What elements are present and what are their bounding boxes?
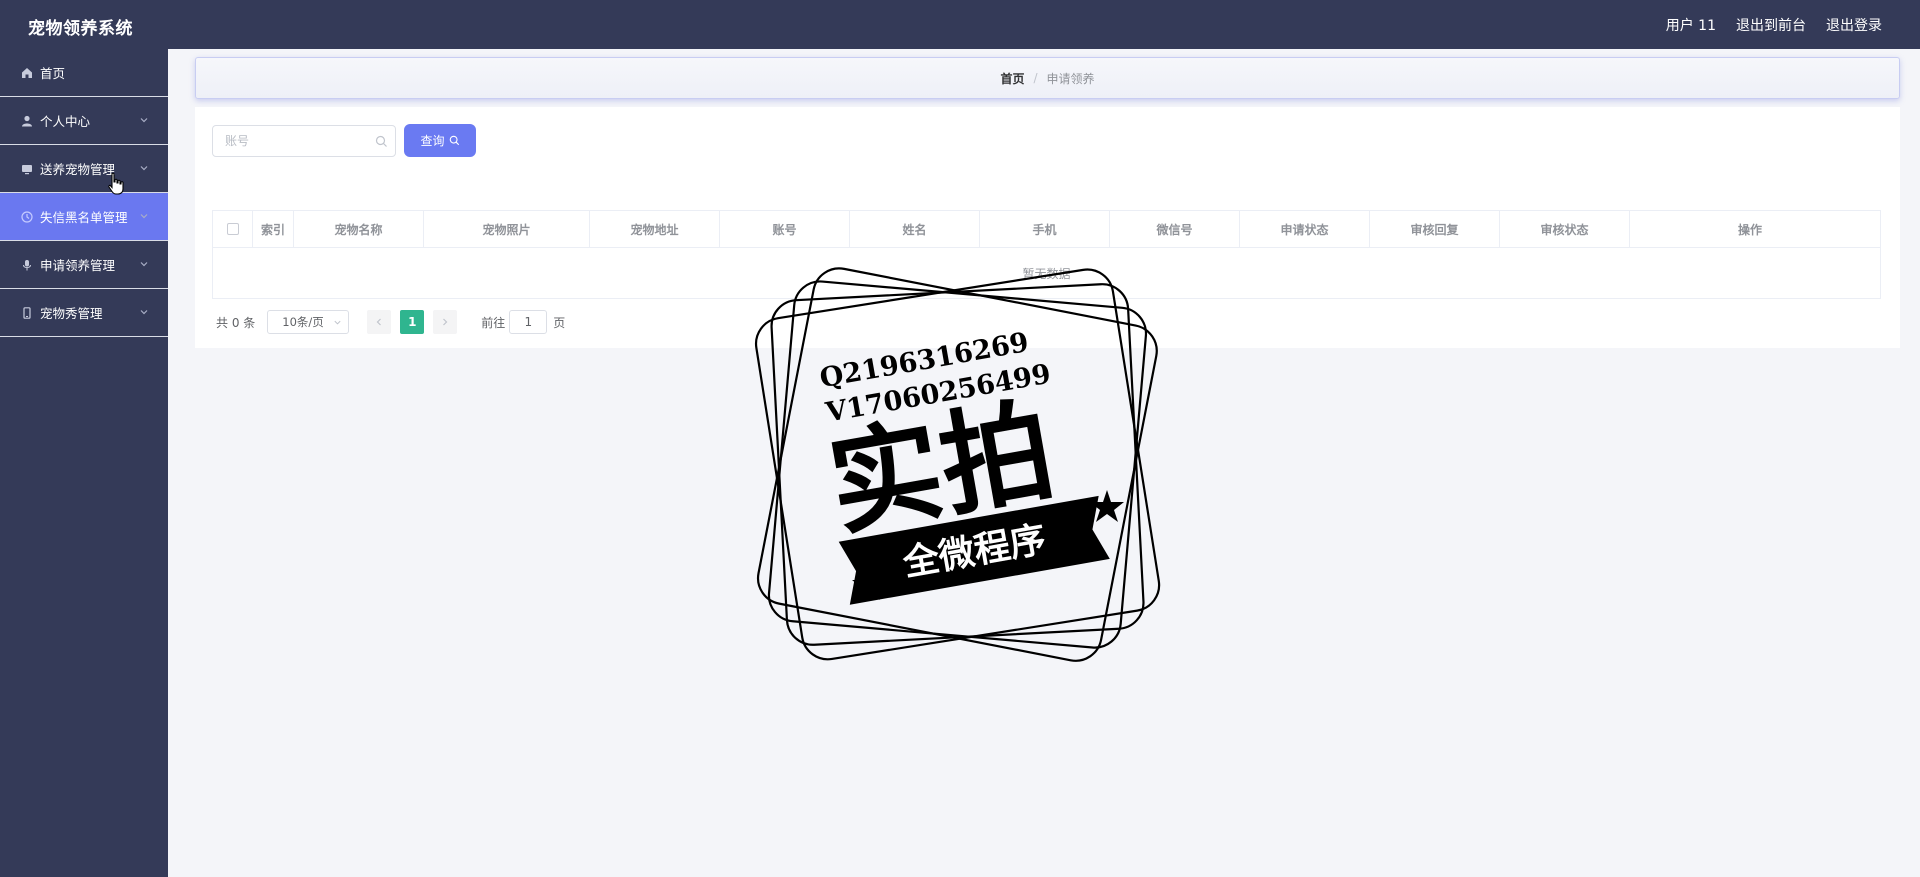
- search-icon: [375, 135, 387, 147]
- logout-link[interactable]: 退出登录: [1826, 15, 1882, 35]
- clock-icon: [20, 210, 34, 224]
- total-count: 共 0 条: [216, 315, 256, 330]
- column-header: 申请状态: [1240, 211, 1370, 247]
- sidebar-item-adoption-applications[interactable]: 申请领养管理: [0, 241, 168, 289]
- top-header: 宠物领养系统 用户 11 退出到前台 退出登录: [0, 0, 1920, 49]
- table-header: 索引 宠物名称 宠物照片 宠物地址 账号 姓名 手机 微信号 申请状态 审核回复…: [213, 211, 1880, 248]
- sidebar-item-pet-show[interactable]: 宠物秀管理: [0, 289, 168, 337]
- breadcrumb-current: 申请领养: [1046, 71, 1095, 86]
- chevron-down-icon: [140, 118, 148, 123]
- sidebar-item-blacklist[interactable]: 失信黑名单管理: [0, 193, 168, 241]
- column-header: 微信号: [1110, 211, 1240, 247]
- app-title: 宠物领养系统: [28, 19, 133, 39]
- chevron-down-icon: [140, 214, 148, 219]
- sidebar-item-label: 宠物秀管理: [40, 306, 103, 321]
- sidebar-item-label: 失信黑名单管理: [40, 210, 128, 225]
- chevron-down-icon: [140, 262, 148, 267]
- page-number-button[interactable]: 1: [400, 310, 425, 334]
- header-actions: 用户 11 退出到前台 退出登录: [1666, 15, 1882, 35]
- next-page-button[interactable]: [433, 310, 458, 334]
- sidebar-item-label: 申请领养管理: [40, 258, 116, 273]
- breadcrumb: 首页 / 申请领养: [195, 57, 1900, 99]
- column-header: 审核回复: [1370, 211, 1500, 247]
- phone-icon: [20, 306, 34, 320]
- chevron-down-icon: [334, 320, 341, 325]
- query-button[interactable]: 查询: [404, 124, 476, 157]
- prev-page-button[interactable]: [367, 310, 392, 334]
- chevron-left-icon: [376, 318, 382, 326]
- sidebar-item-pet-rehoming[interactable]: 送养宠物管理: [0, 145, 168, 193]
- account-search-input[interactable]: [213, 126, 363, 156]
- column-header: 姓名: [850, 211, 980, 247]
- hand-cursor-icon: [108, 172, 124, 195]
- sidebar-item-label: 首页: [40, 66, 66, 81]
- star-icon: [1090, 490, 1124, 522]
- breadcrumb-separator: /: [1033, 71, 1038, 85]
- sidebar-item-personal-center[interactable]: 个人中心: [0, 97, 168, 145]
- query-button-label: 查询: [420, 134, 445, 148]
- chevron-down-icon: [140, 166, 148, 171]
- column-header: 宠物名称: [294, 211, 424, 247]
- search-icon: [449, 135, 459, 146]
- column-header: 账号: [720, 211, 850, 247]
- chevron-down-icon: [140, 310, 148, 315]
- column-header: 宠物地址: [590, 211, 720, 247]
- goto-page-input[interactable]: [509, 310, 548, 334]
- goto-suffix: 页: [553, 315, 566, 330]
- column-header: 索引: [253, 211, 294, 247]
- user-icon: [20, 114, 34, 128]
- account-search-field: [212, 125, 396, 157]
- column-header: 审核状态: [1500, 211, 1630, 247]
- sidebar-item-home[interactable]: 首页: [0, 49, 168, 97]
- sidebar-item-label: 个人中心: [40, 114, 91, 129]
- watermark-stamp: Q2196316269 V17060256499 实拍 全微程序: [754, 267, 1161, 662]
- column-header: 手机: [980, 211, 1110, 247]
- breadcrumb-home-link[interactable]: 首页: [1000, 70, 1024, 87]
- page-size-select[interactable]: 10条/页: [267, 310, 350, 334]
- page-size-value: 10条/页: [282, 315, 324, 329]
- sidebar: 首页 个人中心 送养宠物管理 失信黑名单管理 申请领养管理 宠物秀管理: [0, 49, 168, 877]
- column-header: 操作: [1737, 222, 1762, 237]
- monitor-icon: [20, 162, 34, 176]
- select-all-checkbox[interactable]: [226, 223, 239, 235]
- goto-label: 前往: [481, 315, 506, 330]
- microphone-icon: [20, 258, 34, 272]
- column-header: 宠物照片: [424, 211, 590, 247]
- current-user-label: 用户 11: [1665, 18, 1716, 34]
- home-icon: [20, 66, 34, 80]
- select-all-cell: [213, 211, 253, 247]
- chevron-right-icon: [443, 318, 448, 326]
- back-to-front-link[interactable]: 退出到前台: [1736, 15, 1806, 35]
- sidebar-item-label: 送养宠物管理: [40, 162, 116, 177]
- pagination: 共 0 条 10条/页 1 前往 页: [216, 310, 565, 334]
